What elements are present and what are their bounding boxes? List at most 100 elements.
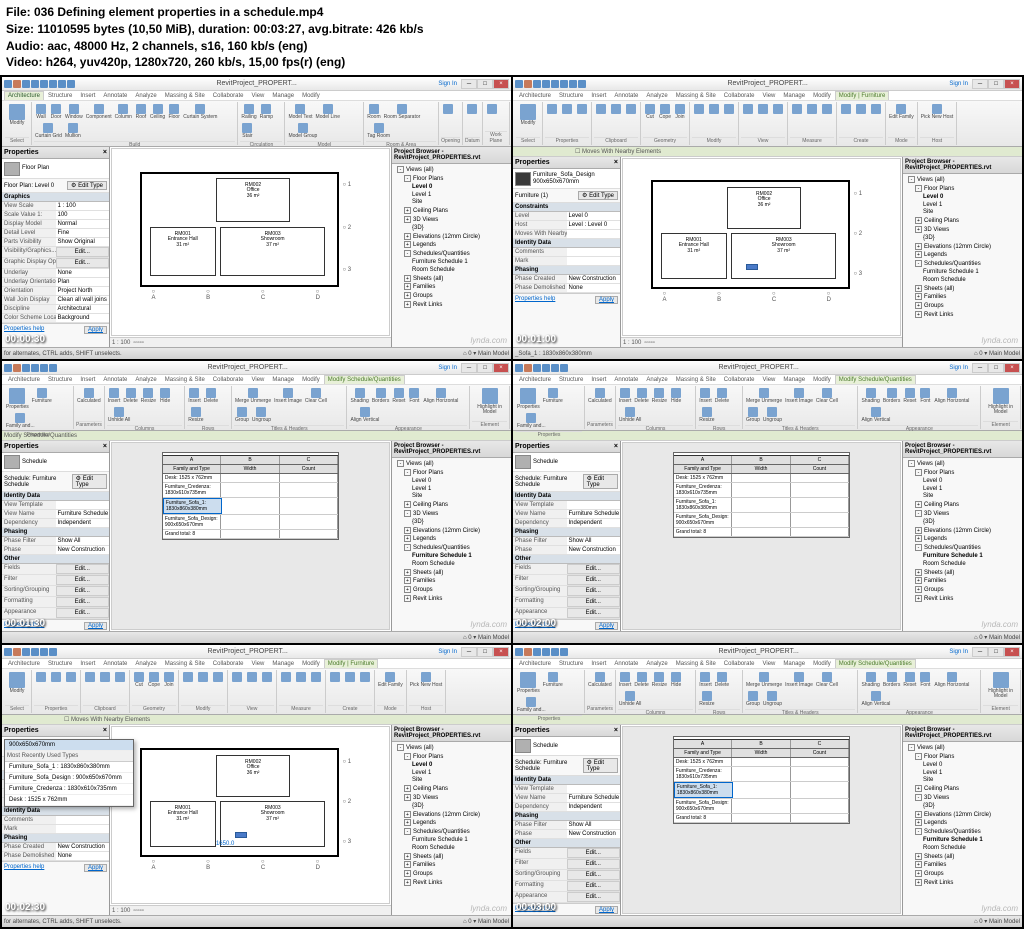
tree-node[interactable]: +Elevations (12mm Circle) bbox=[394, 233, 509, 242]
tree-node[interactable]: +Revit Links bbox=[394, 595, 509, 604]
ribbon-tab[interactable]: Insert bbox=[76, 375, 99, 384]
tree-node[interactable]: +Ceiling Plans bbox=[394, 785, 509, 794]
ribbon-button[interactable] bbox=[839, 103, 853, 116]
quick-access-toolbar[interactable] bbox=[515, 80, 586, 88]
ribbon-button[interactable]: Insert Image bbox=[273, 387, 303, 405]
tree-node[interactable]: -Schedules/Quantities bbox=[394, 544, 509, 553]
ribbon-button[interactable] bbox=[465, 103, 479, 116]
selected-furniture[interactable] bbox=[746, 264, 758, 270]
tree-node[interactable]: -Floor Plans bbox=[905, 185, 1020, 194]
project-browser[interactable]: Project Browser - RevitProject_PROPERTIE… bbox=[902, 157, 1022, 347]
ribbon-button[interactable]: Room Separator bbox=[383, 103, 422, 121]
tree-node[interactable]: Furniture Schedule 1 bbox=[905, 553, 1020, 561]
ribbon-button[interactable] bbox=[245, 671, 259, 684]
properties-panel[interactable]: Properties×ScheduleSchedule: Furniture S… bbox=[513, 441, 621, 631]
tree-node[interactable]: +3D Views bbox=[905, 226, 1020, 235]
ribbon-button[interactable]: Resize bbox=[651, 387, 668, 405]
ribbon-button[interactable]: Room bbox=[366, 103, 381, 121]
tree-node[interactable]: {3D} bbox=[905, 235, 1020, 243]
view-control-bar[interactable]: 1 : 100▫▫▫▫▫ bbox=[110, 905, 391, 915]
ribbon-tab[interactable]: Massing & Site bbox=[672, 659, 720, 668]
ribbon-button[interactable]: Ceiling bbox=[149, 103, 166, 121]
tree-node[interactable]: +Legends bbox=[905, 251, 1020, 260]
tree-node[interactable]: +Groups bbox=[394, 870, 509, 879]
ribbon-button[interactable]: Door bbox=[49, 103, 63, 121]
tree-node[interactable]: Level 1 bbox=[905, 202, 1020, 210]
close-icon[interactable]: × bbox=[103, 727, 107, 734]
type-selector-row[interactable]: Schedule: Furniture Schedule⚙ Edit Type bbox=[513, 756, 620, 776]
type-option[interactable]: Furniture_Credenza : 1830x610x735mm bbox=[5, 784, 133, 795]
ribbon-button[interactable]: Cut bbox=[132, 671, 146, 689]
tree-node[interactable]: Level 1 bbox=[394, 770, 509, 778]
ribbon-button[interactable]: Model Text bbox=[287, 103, 313, 121]
schedule-view[interactable]: ABCFamily and TypeWidthCountDesk: 1525 x… bbox=[673, 736, 850, 824]
ribbon-button[interactable]: Borders bbox=[882, 671, 902, 689]
properties-panel[interactable]: Properties×ScheduleSchedule: Furniture S… bbox=[2, 441, 110, 631]
property-row[interactable]: DependencyIndependent bbox=[513, 519, 620, 528]
ribbon-tab[interactable]: Insert bbox=[587, 375, 610, 384]
ribbon-button[interactable]: Delete bbox=[633, 387, 649, 405]
tree-node[interactable]: +Ceiling Plans bbox=[394, 501, 509, 510]
ribbon-tabs[interactable]: ArchitectureStructureInsertAnnotateAnaly… bbox=[2, 91, 511, 101]
ribbon-button[interactable]: Tag Room bbox=[366, 122, 391, 140]
tree-node[interactable]: +Sheets (all) bbox=[394, 275, 509, 284]
ribbon-panel[interactable]: ModifySelectPropertiesClipboardCutCopeJo… bbox=[513, 101, 1022, 147]
ribbon-button[interactable] bbox=[485, 103, 499, 116]
ribbon-button[interactable]: Highlight in Model bbox=[983, 387, 1018, 416]
edit-type-button[interactable]: ⚙ Edit Type bbox=[583, 758, 618, 773]
tree-node[interactable]: Furniture Schedule 1 bbox=[905, 269, 1020, 277]
ribbon-tab[interactable]: View bbox=[247, 659, 268, 668]
tree-node[interactable]: +Sheets (all) bbox=[905, 853, 1020, 862]
ribbon-button[interactable]: Align Vertical bbox=[349, 406, 380, 424]
ribbon-button[interactable] bbox=[741, 103, 755, 116]
schedule-row[interactable]: Furniture_Credenza: 1830x610x735mm bbox=[674, 483, 849, 498]
ribbon-button[interactable]: Resize bbox=[140, 387, 157, 405]
property-row[interactable]: Graphic Display Op...Edit... bbox=[2, 258, 109, 269]
tree-node[interactable]: -Schedules/Quantities bbox=[905, 260, 1020, 269]
ribbon-button[interactable]: Reset bbox=[902, 671, 917, 689]
ribbon-button[interactable]: Modify bbox=[516, 103, 540, 127]
ribbon-button[interactable] bbox=[196, 671, 210, 684]
tree-node[interactable]: Site bbox=[905, 209, 1020, 217]
ribbon-tabs[interactable]: ArchitectureStructureInsertAnnotateAnaly… bbox=[513, 91, 1022, 101]
ribbon-button[interactable]: Cut bbox=[643, 103, 657, 121]
tree-node[interactable]: +Groups bbox=[905, 302, 1020, 311]
ribbon-tab[interactable]: Analyze bbox=[642, 375, 671, 384]
ribbon-panel[interactable]: ModifySelectPropertiesClipboardCutCopeJo… bbox=[2, 669, 511, 715]
property-row[interactable]: Mark bbox=[513, 257, 620, 266]
schedule-canvas[interactable]: ABCFamily and TypeWidthCountDesk: 1525 x… bbox=[111, 442, 390, 630]
ribbon-button[interactable]: Component bbox=[85, 103, 113, 121]
ribbon-tab[interactable]: Massing & Site bbox=[161, 375, 209, 384]
close-icon[interactable]: × bbox=[614, 443, 618, 450]
tree-node[interactable]: Room Schedule bbox=[394, 561, 509, 569]
ribbon-button[interactable]: Reset bbox=[391, 387, 406, 405]
tree-node[interactable]: -Schedules/Quantities bbox=[905, 544, 1020, 553]
property-row[interactable]: Sorting/GroupingEdit... bbox=[2, 586, 109, 597]
ribbon-button[interactable]: Merge Unmerge bbox=[745, 671, 783, 689]
ribbon-button[interactable]: Borders bbox=[371, 387, 391, 405]
ribbon-tab[interactable]: Modify bbox=[809, 91, 835, 100]
ribbon-tab[interactable]: Manage bbox=[779, 659, 809, 668]
property-row[interactable]: Mark bbox=[2, 825, 109, 834]
ribbon-tab[interactable]: View bbox=[247, 91, 268, 100]
ribbon-tabs[interactable]: ArchitectureStructureInsertAnnotateAnaly… bbox=[513, 375, 1022, 385]
canvas-area[interactable]: RM002Office36 m²RM001Entrance Hall31 m²R… bbox=[621, 157, 902, 347]
ribbon-button[interactable]: Pick New Host bbox=[409, 671, 444, 689]
ribbon-tab[interactable]: Modify | Furniture bbox=[835, 91, 890, 100]
ribbon-button[interactable]: Join bbox=[673, 103, 687, 121]
ribbon-button[interactable]: Mullion bbox=[64, 122, 82, 140]
ribbon-button[interactable]: Delete bbox=[714, 671, 730, 689]
ribbon-button[interactable] bbox=[113, 671, 127, 684]
ribbon-tabs[interactable]: ArchitectureStructureInsertAnnotateAnaly… bbox=[513, 659, 1022, 669]
tree-node[interactable]: -Views (all) bbox=[394, 744, 509, 753]
floor-plan[interactable]: RM002Office36 m²RM001Entrance Hall31 m²R… bbox=[140, 172, 339, 287]
ribbon-button[interactable] bbox=[805, 103, 819, 116]
tree-node[interactable]: +Sheets (all) bbox=[905, 569, 1020, 578]
ribbon-button[interactable] bbox=[328, 671, 342, 684]
property-row[interactable]: Phase FilterShow All bbox=[513, 537, 620, 546]
room[interactable]: RM001Entrance Hall31 m² bbox=[661, 233, 727, 279]
ribbon-button[interactable]: Curtain Grid bbox=[34, 122, 63, 140]
ribbon-button[interactable] bbox=[34, 671, 48, 684]
options-bar[interactable]: ☐ Moves With Nearby Elements bbox=[2, 715, 511, 725]
tree-node[interactable]: +Legends bbox=[394, 241, 509, 250]
